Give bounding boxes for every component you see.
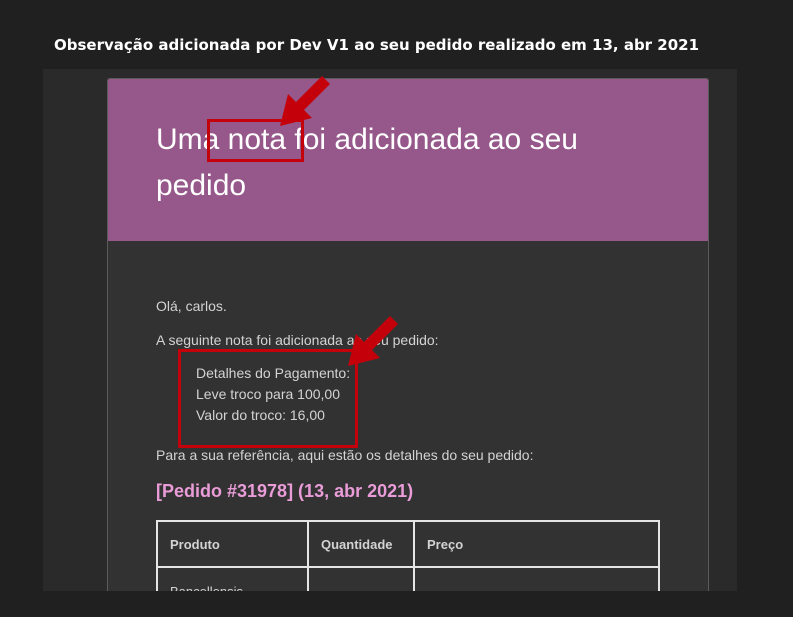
reference-text: Para a sua referência, aqui estão os det… — [156, 447, 534, 463]
table-header-row: Produto Quantidade Preço — [156, 520, 660, 568]
column-header-preco: Preço — [413, 520, 660, 568]
email-card: Uma nota foi adicionada ao seu pedido Ol… — [107, 78, 709, 591]
order-table: Produto Quantidade Preço Bancellensis — [156, 520, 660, 591]
arrow-icon — [280, 76, 330, 126]
column-header-produto: Produto — [156, 520, 309, 568]
column-header-quantidade: Quantidade — [307, 520, 415, 568]
table-row: Bancellensis — [156, 566, 660, 591]
order-heading: [Pedido #31978] (13, abr 2021) — [156, 481, 414, 501]
product-cell: Bancellensis — [156, 566, 309, 591]
email-subject: Observação adicionada por Dev V1 ao seu … — [54, 36, 700, 54]
price-cell — [413, 566, 660, 591]
highlight-box-note — [178, 349, 358, 448]
arrow-icon — [348, 316, 398, 366]
greeting-text: Olá, carlos. — [156, 298, 227, 314]
quantity-cell — [307, 566, 415, 591]
email-header-banner: Uma nota foi adicionada ao seu pedido — [108, 79, 708, 241]
